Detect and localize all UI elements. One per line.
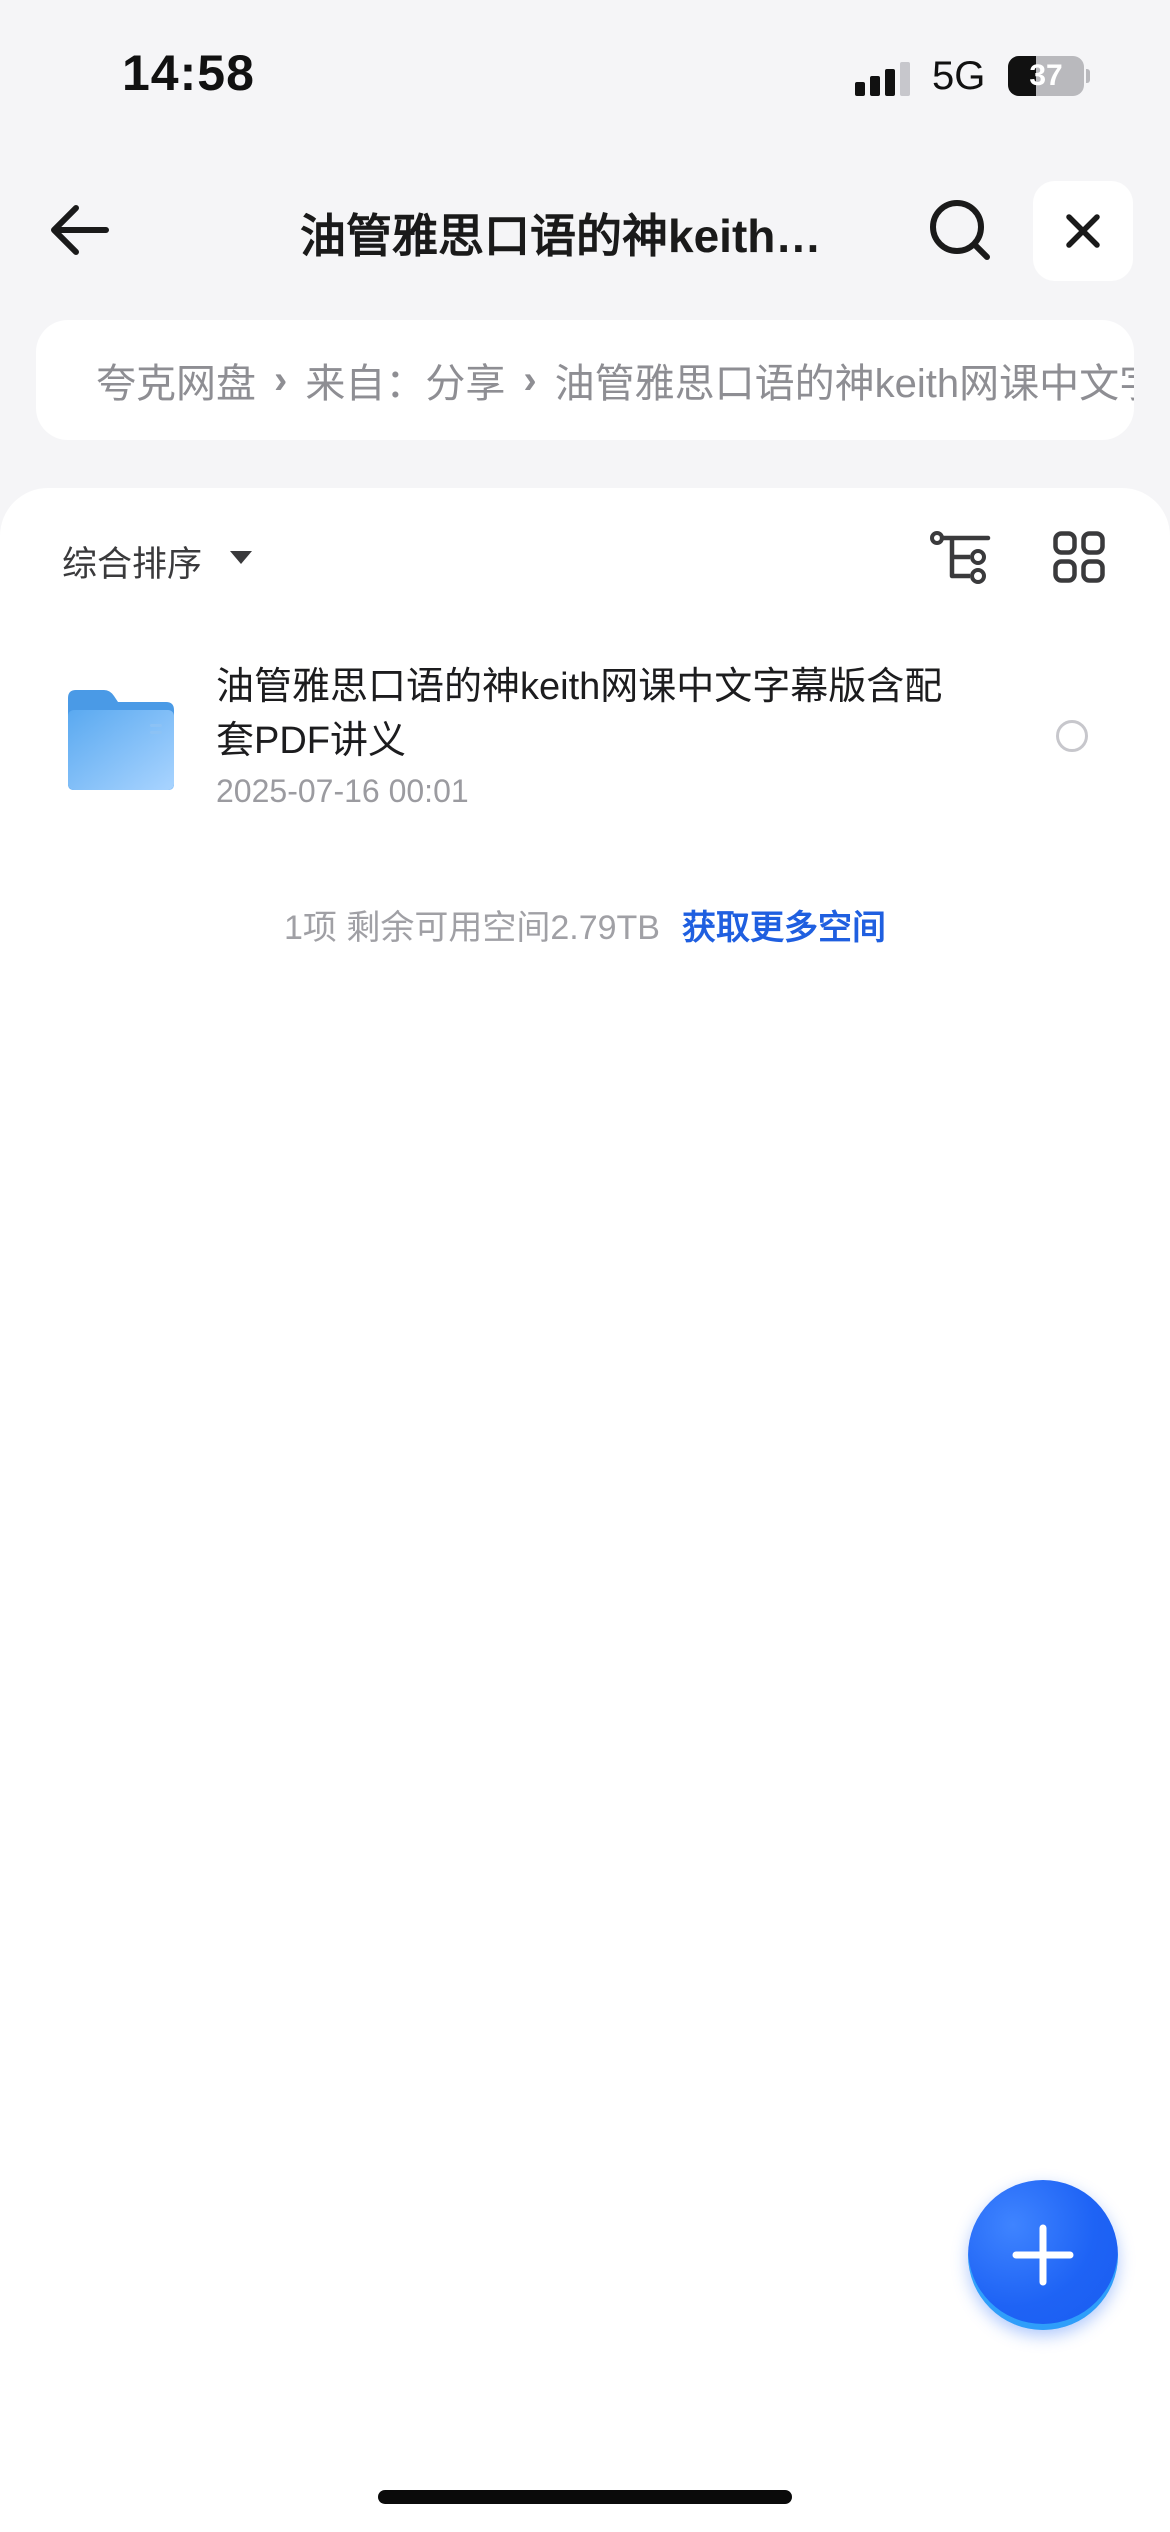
folder-icon — [64, 688, 176, 792]
grid-view-icon — [1053, 531, 1105, 583]
battery-icon: 37 — [1008, 56, 1090, 96]
sort-dropdown[interactable]: 综合排序 — [62, 536, 202, 587]
storage-info: 1项 剩余可用空间2.79TB 获取更多空间 — [0, 900, 1170, 949]
search-button[interactable] — [920, 190, 1000, 270]
file-name: 油管雅思口语的神keith网课中文字幕版含配套PDF讲义 — [216, 666, 943, 762]
breadcrumb-item-current: 油管雅思口语的神keith网课中文字幕版含配套PDF讲义 — [554, 362, 1134, 406]
home-indicator — [378, 2490, 792, 2504]
get-more-space-link[interactable]: 获取更多空间 — [682, 909, 886, 947]
add-button[interactable] — [968, 2180, 1118, 2330]
back-button[interactable] — [40, 190, 120, 270]
cellular-signal-icon — [855, 60, 913, 96]
breadcrumb-item-root[interactable]: 夸克网盘 — [96, 351, 256, 409]
chevron-right-icon: › — [523, 357, 537, 402]
caret-down-icon — [230, 551, 252, 564]
storage-summary: 1项 剩余可用空间2.79TB — [284, 909, 660, 947]
tree-view-icon — [930, 531, 991, 584]
battery-level: 37 — [1029, 59, 1063, 92]
file-date: 2025-07-16 00:01 — [216, 773, 469, 809]
status-time: 14:58 — [122, 45, 255, 101]
close-icon — [1066, 214, 1100, 248]
network-type: 5G — [932, 54, 986, 98]
select-radio[interactable] — [1056, 720, 1088, 752]
tree-view-button[interactable] — [926, 522, 996, 592]
search-icon — [930, 200, 990, 260]
breadcrumb: 夸克网盘 › 来自：分享 › 油管雅思口语的神keith网课中文字幕版含配套PD… — [36, 320, 1134, 440]
plus-icon — [1012, 2224, 1074, 2286]
grid-view-button[interactable] — [1046, 524, 1112, 590]
page-title: 油管雅思口语的神keith网课中文字幕版含配套PDF讲义 — [300, 210, 860, 262]
breadcrumb-item-share[interactable]: 来自：分享 — [305, 351, 505, 409]
close-button[interactable] — [1033, 181, 1133, 281]
back-arrow-icon — [51, 205, 109, 255]
chevron-right-icon: › — [274, 357, 288, 402]
